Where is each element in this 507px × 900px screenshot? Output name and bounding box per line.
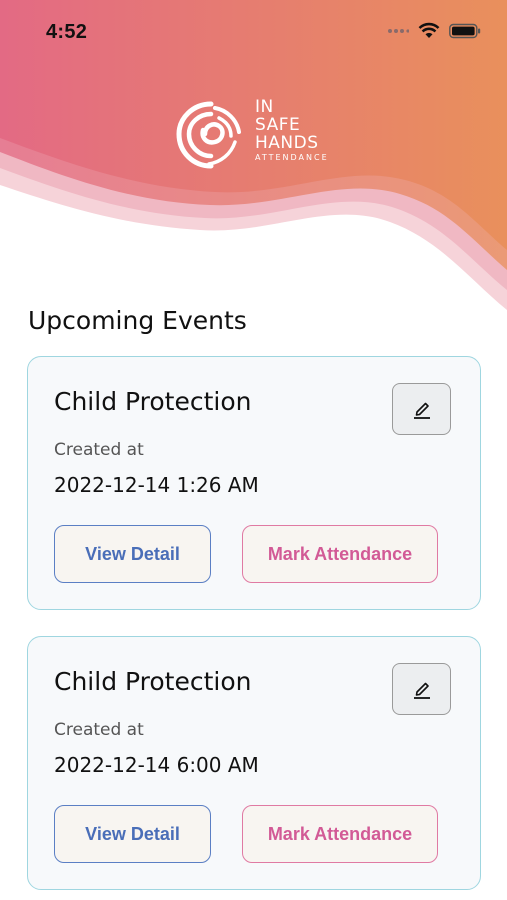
logo-line-attendance: ATTENDANCE — [255, 153, 329, 162]
status-bar: 4:52 — [0, 0, 507, 64]
event-card: Child Protection Created at 2022-12-14 6… — [27, 636, 481, 890]
section-title: Upcoming Events — [28, 306, 247, 335]
created-at-value: 2022-12-14 1:26 AM — [54, 473, 259, 497]
logo-line-in: IN — [255, 97, 274, 117]
created-at-value: 2022-12-14 6:00 AM — [54, 753, 259, 777]
view-detail-button[interactable]: View Detail — [54, 805, 211, 863]
logo-wordmark: IN SAFE HANDS ATTENDANCE — [255, 98, 329, 163]
event-title: Child Protection — [54, 667, 252, 696]
logo-line-safe: SAFE — [255, 115, 301, 135]
edit-button[interactable] — [392, 383, 451, 435]
swirl-logo-icon — [176, 101, 241, 169]
logo-line-hands: HANDS — [255, 133, 319, 153]
pencil-edit-icon — [413, 402, 430, 419]
mark-attendance-button[interactable]: Mark Attendance — [242, 525, 438, 583]
mark-attendance-button[interactable]: Mark Attendance — [242, 805, 438, 863]
cellular-signal-icon — [388, 28, 409, 33]
event-card: Child Protection Created at 2022-12-14 1… — [27, 356, 481, 610]
status-icons — [387, 22, 481, 39]
status-time: 4:52 — [46, 21, 88, 43]
battery-icon — [449, 23, 481, 38]
created-at-label: Created at — [54, 440, 144, 460]
event-title: Child Protection — [54, 387, 252, 416]
pencil-edit-icon — [413, 682, 430, 699]
edit-button[interactable] — [392, 663, 451, 715]
app-logo: IN SAFE HANDS ATTENDANCE — [175, 96, 340, 172]
wifi-icon — [418, 22, 440, 38]
view-detail-button[interactable]: View Detail — [54, 525, 211, 583]
created-at-label: Created at — [54, 720, 144, 740]
